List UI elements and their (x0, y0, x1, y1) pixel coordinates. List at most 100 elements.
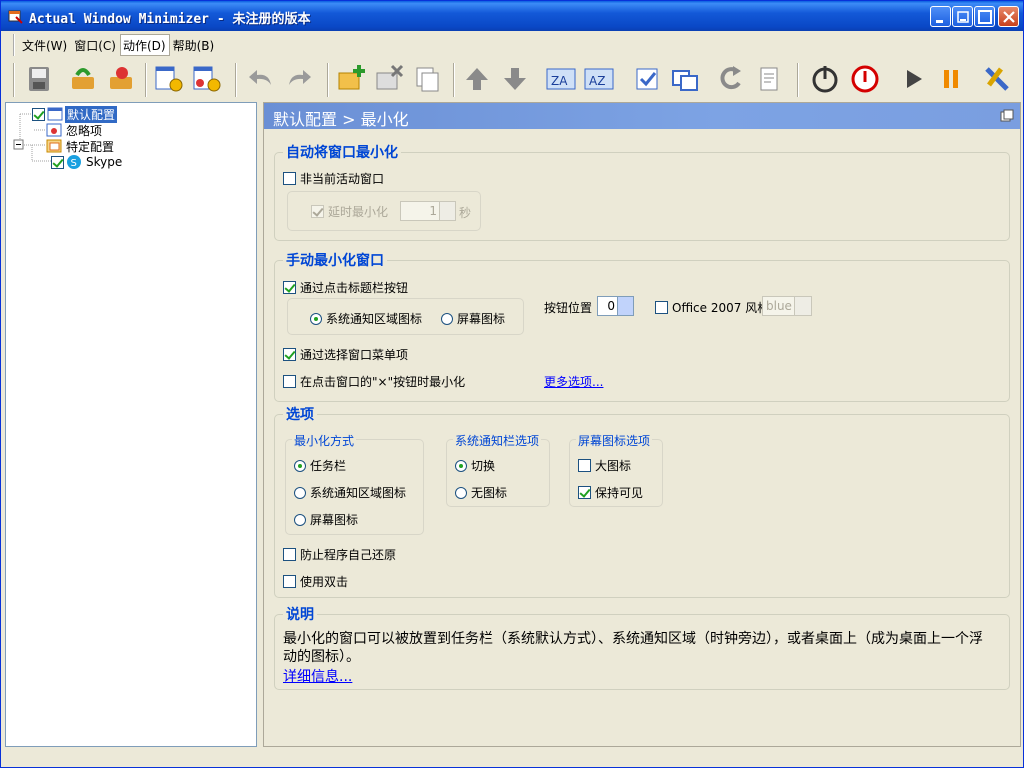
radio-button[interactable] (441, 312, 453, 325)
skype-icon: S (67, 155, 81, 169)
sort-za-icon[interactable]: AZ (583, 63, 615, 95)
special-settings-icon[interactable] (191, 63, 223, 95)
option-label: 保持可见 (595, 486, 644, 500)
close-button[interactable] (998, 6, 1019, 27)
radio-screen-icon[interactable]: 屏幕图标 (441, 310, 505, 327)
tree-item-ignore[interactable]: 忽略项 (46, 122, 102, 138)
double-click-option[interactable]: 使用双击 (283, 573, 348, 590)
play-icon[interactable] (897, 63, 929, 95)
tree-checkbox[interactable] (51, 155, 64, 169)
maximize-button[interactable] (974, 6, 995, 27)
radio-button[interactable] (294, 513, 306, 526)
default-settings-icon[interactable] (153, 63, 185, 95)
svg-text:AZ: AZ (589, 74, 605, 88)
chevron-down-icon[interactable] (794, 297, 811, 315)
config-tree: 默认配置 忽略项 特定配置 S Skype (5, 102, 257, 747)
double-click-checkbox[interactable] (283, 575, 296, 588)
details-link[interactable]: 详细信息... (283, 666, 352, 686)
move-up-icon[interactable] (461, 63, 493, 95)
option-label: 无图标 (471, 486, 508, 500)
option-label: 大图标 (595, 459, 632, 473)
radio-taskbar[interactable]: 任务栏 (294, 457, 346, 474)
big-icon-checkbox[interactable] (578, 459, 591, 472)
window-menu-option[interactable]: 通过选择窗口菜单项 (283, 346, 408, 363)
title-bar[interactable]: Actual Window Minimizer - 未注册的版本 (1, 1, 1023, 31)
subgroup-title: 屏幕图标选项 (576, 432, 653, 449)
office-style-checkbox[interactable] (655, 301, 668, 314)
delay-subgroup: 延时最小化 1 秒 (287, 191, 481, 231)
more-options-link[interactable]: 更多选项... (544, 373, 603, 390)
tree-item-default[interactable]: 默认配置 (32, 105, 118, 123)
radio-button[interactable] (310, 312, 322, 325)
add-window-icon[interactable] (335, 63, 367, 95)
radio-button[interactable] (294, 459, 306, 472)
options-group: 选项 最小化方式 任务栏 系统通知区域图标 屏幕图标 系统通知栏选项 切换 无图… (274, 404, 1010, 598)
option-label: 通过选择窗口菜单项 (300, 348, 409, 362)
save-icon[interactable] (23, 63, 55, 95)
reset-config-icon[interactable] (105, 63, 137, 95)
stop-icon[interactable] (849, 63, 881, 95)
delay-spinner[interactable]: 1 (400, 201, 456, 221)
radio-screen[interactable]: 屏幕图标 (294, 511, 358, 528)
office-color-select[interactable]: blue (762, 296, 812, 316)
mini-minimize-button[interactable] (952, 6, 973, 27)
titlebar-button-option[interactable]: 通过点击标题栏按钮 (283, 279, 408, 296)
menu-window[interactable]: 窗口(C) (71, 34, 120, 56)
pause-icon[interactable] (935, 63, 967, 95)
big-icon-option[interactable]: 大图标 (578, 457, 631, 474)
inactive-window-checkbox[interactable] (283, 172, 296, 185)
inactive-window-option[interactable]: 非当前活动窗口 (283, 170, 384, 187)
radio-button[interactable] (294, 486, 306, 499)
radio-tray-icon[interactable]: 系统通知区域图标 (310, 310, 422, 327)
restore-icon[interactable] (669, 63, 701, 95)
keep-visible-checkbox[interactable] (578, 486, 591, 499)
power-icon[interactable] (809, 63, 841, 95)
prevent-restore-option[interactable]: 防止程序自己还原 (283, 546, 396, 563)
restore-panel-icon[interactable] (1000, 109, 1014, 123)
check-all-icon[interactable] (631, 63, 663, 95)
refresh-icon[interactable] (715, 63, 747, 95)
office-style-option[interactable]: Office 2007 风格 (655, 299, 769, 316)
sort-az-icon[interactable]: ZA (545, 63, 577, 95)
panel-title: 默认配置 > 最小化 (273, 110, 409, 129)
titlebar-button-checkbox[interactable] (283, 281, 296, 294)
delete-window-icon[interactable] (373, 63, 405, 95)
prevent-restore-checkbox[interactable] (283, 548, 296, 561)
spinner-arrows[interactable] (439, 202, 455, 220)
close-button-checkbox[interactable] (283, 375, 296, 388)
tree-item-special[interactable]: 特定配置 (46, 138, 114, 154)
tools-icon[interactable] (981, 63, 1013, 95)
move-down-icon[interactable] (499, 63, 531, 95)
radio-toggle[interactable]: 切换 (455, 457, 495, 474)
menu-action[interactable]: 动作(D) (119, 34, 170, 56)
tree-checkbox[interactable] (32, 107, 45, 121)
radio-no-icon[interactable]: 无图标 (455, 484, 507, 501)
special-config-icon (46, 139, 62, 153)
window-menu-checkbox[interactable] (283, 348, 296, 361)
radio-button[interactable] (455, 459, 467, 472)
option-label: 系统通知区域图标 (310, 486, 407, 500)
splitter[interactable] (258, 102, 262, 747)
copy-window-icon[interactable] (411, 63, 443, 95)
redo-icon[interactable] (283, 63, 315, 95)
manual-minimize-group: 手动最小化窗口 通过点击标题栏按钮 系统通知区域图标 屏幕图标 按钮位置 0 O… (274, 250, 1010, 402)
clipboard-icon[interactable] (753, 63, 785, 95)
menu-help[interactable]: 帮助(B) (170, 34, 219, 56)
close-button-option[interactable]: 在点击窗口的"×"按钮时最小化 (283, 373, 465, 390)
radio-button[interactable] (455, 486, 467, 499)
group-title: 说明 (283, 604, 317, 624)
panel-header: 默认配置 > 最小化 (264, 103, 1020, 129)
minimize-button[interactable] (930, 6, 951, 27)
spinner-arrows[interactable] (617, 297, 633, 315)
tree-item-skype[interactable]: S Skype (51, 154, 122, 170)
menu-file[interactable]: 文件(W) (19, 34, 71, 56)
keep-visible-option[interactable]: 保持可见 (578, 484, 643, 501)
delay-option[interactable]: 延时最小化 (311, 203, 388, 220)
delay-checkbox[interactable] (311, 205, 324, 218)
button-position-spinner[interactable]: 0 (597, 296, 634, 316)
tray-options-subgroup: 系统通知栏选项 切换 无图标 (446, 432, 550, 507)
radio-tray[interactable]: 系统通知区域图标 (294, 484, 406, 501)
option-label: 屏幕图标 (457, 312, 506, 326)
undo-icon[interactable] (245, 63, 277, 95)
load-config-icon[interactable] (67, 63, 99, 95)
